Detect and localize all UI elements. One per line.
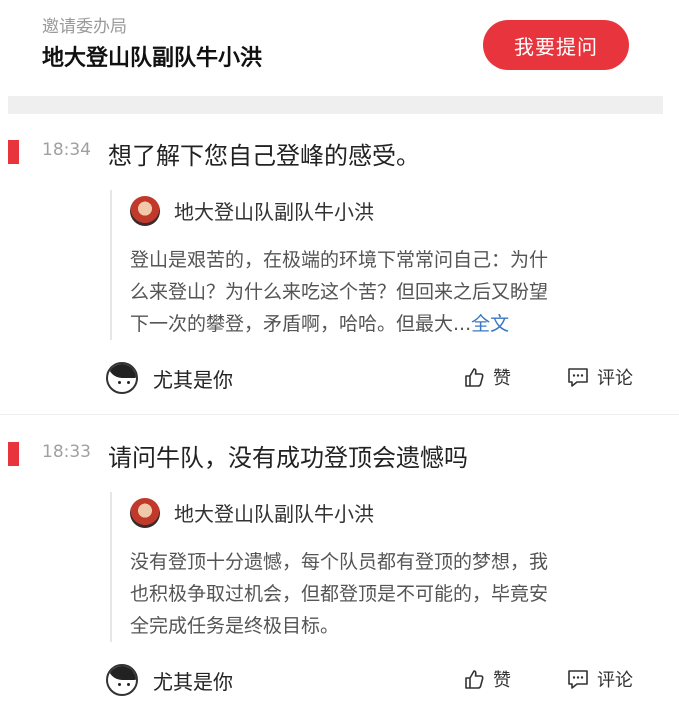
inviter-label: 邀请委办局: [42, 17, 127, 37]
item-footer: 尤其是你 赞 评论: [0, 662, 679, 702]
answer-text: 没有登顶十分遗憾，每个队员都有登顶的梦想，我 也积极争取过机会，但都登顶是不可能…: [130, 546, 645, 642]
answerer-name: 地大登山队副队牛小洪: [174, 502, 374, 526]
answer-line: 下一次的攀登，矛盾啊，哈哈。但最大...全文: [130, 308, 645, 340]
asker-name: 尤其是你: [153, 670, 233, 694]
answer-text: 登山是艰苦的，在极端的环境下常常问自己：为什 么来登山？为什么来吃这个苦？但回来…: [130, 244, 645, 340]
comment-icon: [568, 368, 588, 387]
full-text-link[interactable]: 全文: [471, 313, 509, 335]
thumbs-up-icon: [465, 670, 484, 689]
like-button[interactable]: 赞: [463, 364, 511, 390]
answerer-avatar: [130, 498, 160, 528]
answerer-avatar: [130, 196, 160, 226]
question-time: 18:34: [42, 140, 91, 160]
like-button[interactable]: 赞: [463, 666, 511, 692]
answer-line: 登山是艰苦的，在极端的环境下常常问自己：为什: [130, 249, 549, 271]
avatar-eye: [127, 683, 130, 686]
answer-line-text: 下一次的攀登，矛盾啊，哈哈。但最大...: [130, 313, 472, 335]
asker-avatar: [106, 664, 138, 696]
comment-button[interactable]: 评论: [567, 364, 633, 390]
asker-avatar: [106, 362, 138, 394]
avatar-eye: [118, 683, 121, 686]
section-divider-band: [8, 96, 663, 114]
qa-item: 18:34 想了解下您自己登峰的感受。 地大登山队副队牛小洪 登山是艰苦的，在极…: [0, 114, 679, 416]
comment-button[interactable]: 评论: [567, 666, 633, 692]
ask-question-button[interactable]: 我要提问: [483, 20, 629, 70]
avatar-hair: [108, 666, 136, 680]
question-time: 18:33: [42, 442, 91, 462]
comment-icon: [568, 670, 588, 689]
answer-line: 么来登山？为什么来吃这个苦？但回来之后又盼望: [130, 281, 549, 303]
answer-card: 地大登山队副队牛小洪 登山是艰苦的，在极端的环境下常常问自己：为什 么来登山？为…: [110, 190, 652, 340]
answer-line: 全完成任务是终极目标。: [130, 615, 340, 637]
comment-label: 评论: [597, 368, 633, 389]
host-name: 地大登山队副队牛小洪: [42, 46, 263, 71]
like-label: 赞: [493, 670, 511, 691]
like-label: 赞: [493, 368, 511, 389]
answer-line: 没有登顶十分遗憾，每个队员都有登顶的梦想，我: [130, 551, 549, 573]
avatar-eye: [118, 381, 121, 384]
question-marker: [8, 442, 19, 466]
avatar-eye: [127, 381, 130, 384]
answerer-name: 地大登山队副队牛小洪: [174, 200, 374, 224]
avatar-hair: [108, 364, 136, 378]
asker-name: 尤其是你: [153, 368, 233, 392]
header: 邀请委办局 地大登山队副队牛小洪 我要提问: [0, 0, 679, 96]
question-marker: [8, 140, 19, 164]
item-separator: [0, 414, 679, 415]
qa-item: 18:33 请问牛队，没有成功登顶会遗憾吗 地大登山队副队牛小洪 没有登顶十分遗…: [0, 416, 679, 728]
answer-card: 地大登山队副队牛小洪 没有登顶十分遗憾，每个队员都有登顶的梦想，我 也积极争取过…: [110, 492, 652, 642]
question-text: 想了解下您自己登峰的感受。: [108, 142, 420, 170]
question-text: 请问牛队，没有成功登顶会遗憾吗: [108, 444, 468, 472]
answer-line: 也积极争取过机会，但都登顶是不可能的，毕竟安: [130, 583, 549, 605]
thumbs-up-icon: [465, 368, 484, 387]
comment-label: 评论: [597, 670, 633, 691]
item-footer: 尤其是你 赞 评论: [0, 360, 679, 400]
